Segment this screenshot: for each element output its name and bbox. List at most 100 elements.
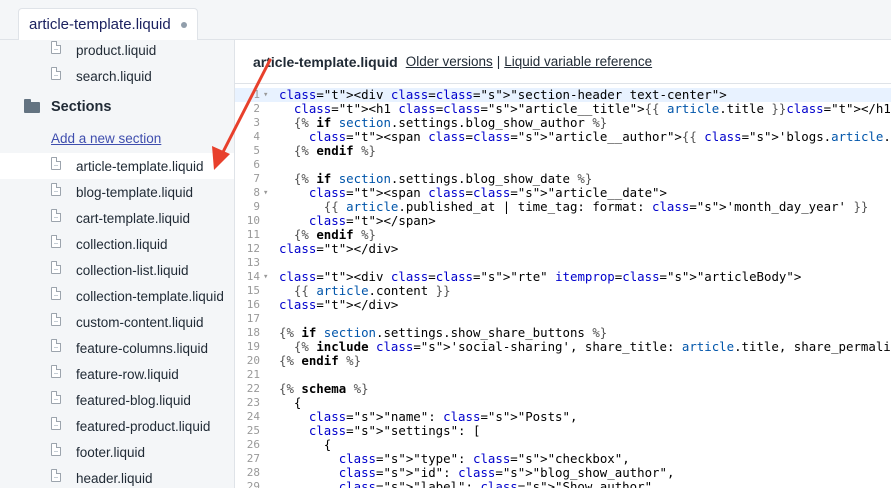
file-name: feature-columns.liquid <box>76 340 209 356</box>
fold-toggle-icon[interactable]: ▾ <box>263 88 268 102</box>
line-number: 14 <box>246 270 260 283</box>
code-text: {{ article.published_at | time_tag: form… <box>323 199 869 214</box>
code-line[interactable]: 9 {{ article.published_at | time_tag: fo… <box>235 200 891 214</box>
header-separator: | <box>496 54 501 69</box>
line-number: 9 <box>253 200 260 213</box>
editor-panel: article-template.liquid Older versions |… <box>235 40 891 488</box>
sidebar-file-item[interactable]: cart-template.liquid <box>0 205 234 231</box>
code-line[interactable]: 14 ▾ class="t"><div class=class="s">"rte" … <box>235 270 891 284</box>
code-text: { <box>279 395 302 410</box>
line-number: 23 <box>246 396 260 409</box>
tab-article-template[interactable]: article-template.liquid <box>18 8 198 40</box>
code-line[interactable]: 19 {% include class="s">'social-sharing'… <box>235 340 891 354</box>
sections-folder[interactable]: Sections <box>0 97 234 121</box>
file-icon <box>51 183 61 196</box>
code-line[interactable]: 26 { <box>235 438 891 452</box>
line-number: 7 <box>253 172 260 185</box>
sidebar-file-item[interactable]: custom-content.liquid <box>0 309 234 335</box>
file-name: search.liquid <box>76 68 152 84</box>
code-line[interactable]: 24 class="s">"name": class="s">"Posts", <box>235 410 891 424</box>
sidebar-file-item[interactable]: featured-product.liquid <box>0 413 234 439</box>
sidebar-file-item[interactable]: blog-template.liquid <box>0 179 234 205</box>
code-text: {% if section.settings.show_share_button… <box>279 325 608 340</box>
code-text: {% schema %} <box>279 381 369 396</box>
line-number: 8 <box>253 186 260 199</box>
code-text: class="s">"type": class="s">"checkbox", <box>338 451 630 466</box>
code-line[interactable]: 23 { <box>235 396 891 410</box>
code-line[interactable]: 16 class="t"></div> <box>235 298 891 312</box>
fold-toggle-icon[interactable]: ▾ <box>263 270 268 284</box>
code-text: class="s">"settings": [ <box>308 423 481 438</box>
code-line[interactable]: 8 ▾ class="t"><span class=class="s">"arti… <box>235 186 891 200</box>
sidebar-file-item[interactable]: collection-template.liquid <box>0 283 234 309</box>
line-number: 24 <box>246 410 260 423</box>
older-versions-link[interactable]: Older versions <box>406 54 493 69</box>
sidebar-file-item[interactable]: article-template.liquid <box>0 153 234 179</box>
code-line[interactable]: 22 {% schema %} <box>235 382 891 396</box>
code-line[interactable]: 28 class="s">"id": class="s">"blog_show_… <box>235 466 891 480</box>
code-line[interactable]: 17 <box>235 312 891 326</box>
liquid-variable-reference-link[interactable]: Liquid variable reference <box>504 54 652 69</box>
line-number: 11 <box>246 228 260 241</box>
code-line[interactable]: 12 class="t"></div> <box>235 242 891 256</box>
file-icon <box>51 313 61 326</box>
file-icon <box>51 365 61 378</box>
code-line[interactable]: 10 class="t"></span> <box>235 214 891 228</box>
sidebar-file-item[interactable]: feature-columns.liquid <box>0 335 234 361</box>
code-line[interactable]: 13 <box>235 256 891 270</box>
code-text: {% endif %} <box>293 227 377 242</box>
code-text: class="s">"label": class="s">"Show autho… <box>338 479 660 488</box>
line-number: 21 <box>246 368 260 381</box>
code-line[interactable]: 27 class="s">"type": class="s">"checkbox… <box>235 452 891 466</box>
code-line[interactable]: 15 {{ article.content }} <box>235 284 891 298</box>
sections-title: Sections <box>51 99 112 115</box>
code-text: { <box>279 437 332 452</box>
line-number: 25 <box>246 424 260 437</box>
code-line[interactable]: 29 class="s">"label": class="s">"Show au… <box>235 480 891 488</box>
code-line[interactable]: 4 class="t"><span class=class="s">"artic… <box>235 130 891 144</box>
line-number: 5 <box>253 144 260 157</box>
code-line[interactable]: 2 class="t"><h1 class=class="s">"article… <box>235 102 891 116</box>
code-text: class="t"><h1 class=class="s">"article__… <box>293 101 891 116</box>
line-number: 15 <box>246 284 260 297</box>
code-line[interactable]: 20 {% endif %} <box>235 354 891 368</box>
fold-toggle-icon[interactable]: ▾ <box>263 186 268 200</box>
code-text: {% if section.settings.blog_show_author … <box>293 115 608 130</box>
code-line[interactable]: 11 {% endif %} <box>235 228 891 242</box>
sidebar-file-item[interactable]: collection-list.liquid <box>0 257 234 283</box>
line-number: 26 <box>246 438 260 451</box>
code-line[interactable]: 18 {% if section.settings.show_share_butt… <box>235 326 891 340</box>
add-new-section-link[interactable]: Add a new section <box>51 131 161 146</box>
sidebar-file-item[interactable]: search.liquid <box>0 63 234 89</box>
code-line[interactable]: 6 <box>235 158 891 172</box>
line-number: 19 <box>246 340 260 353</box>
file-icon <box>51 261 61 274</box>
line-number: 3 <box>253 116 260 129</box>
code-line[interactable]: 25 class="s">"settings": [ <box>235 424 891 438</box>
sidebar-file-item[interactable]: featured-blog.liquid <box>0 387 234 413</box>
sidebar-file-item[interactable]: header.liquid <box>0 465 234 488</box>
file-icon <box>51 417 61 430</box>
line-number: 2 <box>253 102 260 115</box>
sidebar-file-item[interactable]: footer.liquid <box>0 439 234 465</box>
line-number: 20 <box>246 354 260 367</box>
code-editor[interactable]: 1 ▾ class="t"><div class=class="s">"sectio… <box>235 86 891 488</box>
code-line[interactable]: 5 {% endif %} <box>235 144 891 158</box>
line-number: 17 <box>246 312 260 325</box>
line-number: 27 <box>246 452 260 465</box>
code-text: {% endif %} <box>279 353 362 368</box>
code-line[interactable]: 1 ▾ class="t"><div class=class="s">"sectio… <box>235 88 891 102</box>
line-number: 29 <box>246 480 260 488</box>
file-name: footer.liquid <box>76 444 146 460</box>
code-line[interactable]: 21 <box>235 368 891 382</box>
file-icon <box>51 41 61 54</box>
sidebar-file-item[interactable]: feature-row.liquid <box>0 361 234 387</box>
sidebar-file-item[interactable]: product.liquid <box>0 40 234 63</box>
code-line[interactable]: 3 {% if section.settings.blog_show_autho… <box>235 116 891 130</box>
sidebar-file-item[interactable]: collection.liquid <box>0 231 234 257</box>
file-icon <box>51 469 61 482</box>
file-sidebar: Sections Add a new section product.liqui… <box>0 40 235 488</box>
line-number: 6 <box>253 158 260 171</box>
code-line[interactable]: 7 {% if section.settings.blog_show_date … <box>235 172 891 186</box>
file-name: custom-content.liquid <box>76 314 204 330</box>
